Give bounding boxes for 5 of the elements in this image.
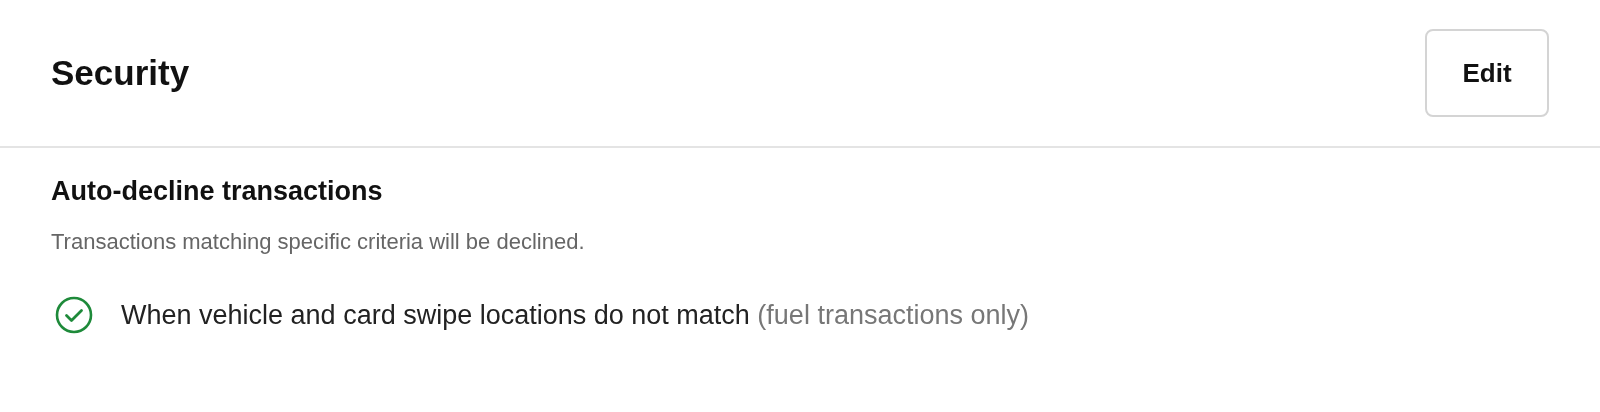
rule-text: When vehicle and card swipe locations do not match (fuel transactions only) xyxy=(121,299,1029,331)
description: Transactions matching specific criteria will be declined. xyxy=(51,229,586,255)
section-title: Security xyxy=(51,53,190,93)
subsection-title: Auto-decline transactions xyxy=(51,176,384,207)
edit-button[interactable]: Edit xyxy=(1425,29,1549,117)
